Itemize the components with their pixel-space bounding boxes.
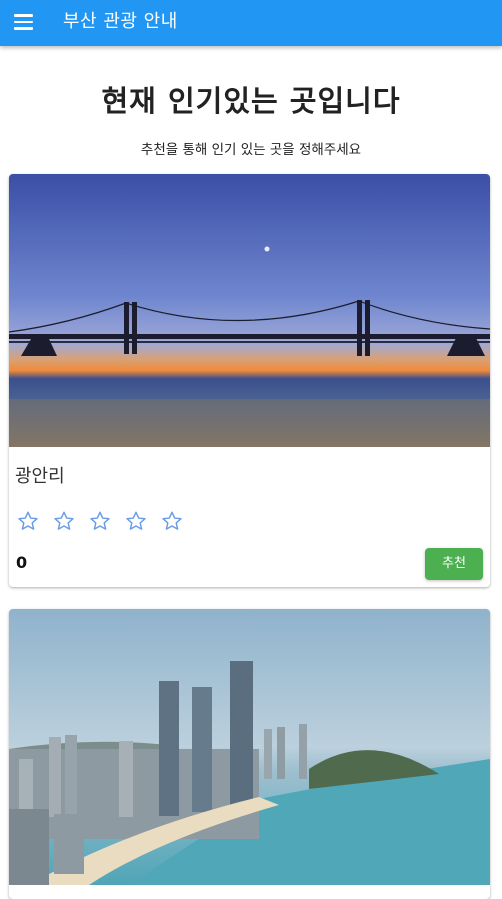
place-image-gwangalli bbox=[9, 174, 490, 447]
app-bar: 부산 관광 안내 bbox=[0, 0, 502, 46]
star-outline-icon[interactable] bbox=[53, 510, 75, 532]
page-subheading: 추천을 통해 인기 있는 곳을 정해주세요 bbox=[140, 142, 362, 158]
star-outline-icon[interactable] bbox=[125, 510, 147, 532]
recommend-count: 0 bbox=[16, 553, 28, 572]
place-name: 광안리 bbox=[15, 466, 65, 487]
place-image-haeundae bbox=[9, 609, 490, 885]
app-title: 부산 관광 안내 bbox=[63, 11, 178, 32]
recommend-button[interactable]: 추천 bbox=[425, 548, 483, 580]
star-outline-icon[interactable] bbox=[17, 510, 39, 532]
star-outline-icon[interactable] bbox=[89, 510, 111, 532]
hamburger-menu-icon[interactable] bbox=[14, 14, 33, 30]
page-heading: 현재 인기있는 곳입니다 bbox=[101, 84, 401, 118]
star-outline-icon[interactable] bbox=[161, 510, 183, 532]
